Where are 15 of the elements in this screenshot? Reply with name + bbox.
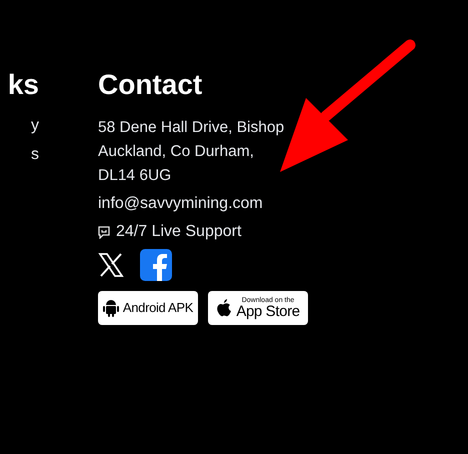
support-text: 24/7 Live Support xyxy=(116,222,242,242)
footer-link[interactable]: s xyxy=(31,143,39,167)
address-line: DL14 6UG xyxy=(98,166,172,186)
android-icon xyxy=(102,299,119,317)
chat-icon xyxy=(98,226,110,238)
android-apk-button[interactable]: Android APK xyxy=(98,291,198,325)
address-line: 58 Dene Hall Drive, Bishop xyxy=(98,118,286,138)
apple-icon xyxy=(216,298,232,318)
email-link[interactable]: info@savvymining.com xyxy=(98,192,308,216)
column-heading: ks xyxy=(8,68,39,102)
facebook-icon[interactable] xyxy=(140,249,172,281)
address-line: Auckland, Co Durham, xyxy=(98,142,255,162)
contact-heading: Contact xyxy=(98,68,204,102)
footer-link[interactable]: y xyxy=(31,114,39,138)
x-logo-icon[interactable] xyxy=(98,253,124,277)
